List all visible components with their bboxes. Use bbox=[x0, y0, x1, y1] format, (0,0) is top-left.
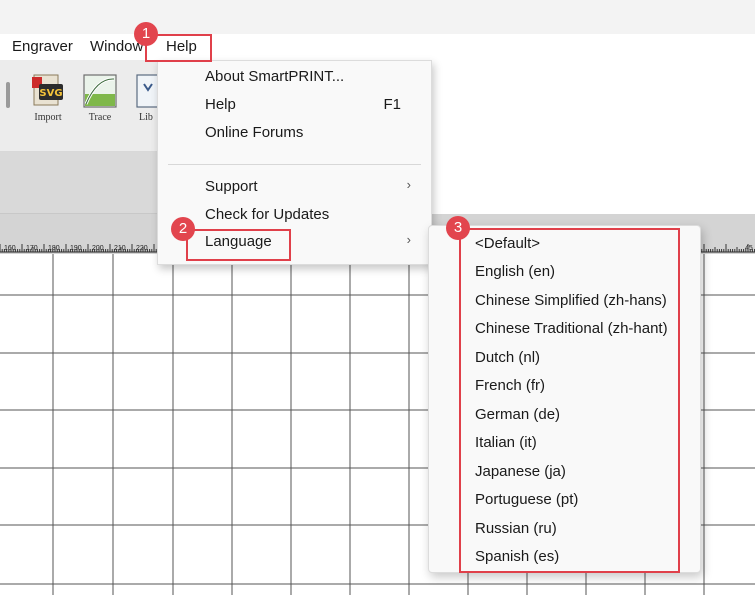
menu-item-about[interactable]: About SmartPRINT... bbox=[158, 65, 431, 90]
menu-separator bbox=[168, 164, 421, 165]
menu-item-shortcut: F1 bbox=[383, 96, 401, 113]
chevron-right-icon: › bbox=[406, 232, 411, 247]
menu-item-label: About SmartPRINT... bbox=[205, 68, 345, 85]
step-badge-1: 1 bbox=[134, 22, 158, 46]
menu-item-label: Online Forums bbox=[205, 124, 304, 141]
chevron-right-icon: › bbox=[406, 177, 411, 192]
menu-item-check-updates[interactable]: Check for Updates bbox=[158, 203, 431, 228]
menu-item-help[interactable]: Help F1 bbox=[158, 93, 431, 118]
step-badge-3: 3 bbox=[446, 216, 470, 240]
highlight-box-language-list bbox=[459, 228, 680, 573]
highlight-box-language bbox=[186, 229, 291, 261]
menu-item-online-forums[interactable]: Online Forums bbox=[158, 121, 431, 146]
menu-item-support[interactable]: Support › bbox=[158, 175, 431, 200]
menu-item-label: Help bbox=[205, 96, 236, 113]
menu-item-label: Check for Updates bbox=[205, 206, 330, 223]
menu-item-label: Support bbox=[205, 178, 258, 195]
step-badge-2: 2 bbox=[171, 217, 195, 241]
